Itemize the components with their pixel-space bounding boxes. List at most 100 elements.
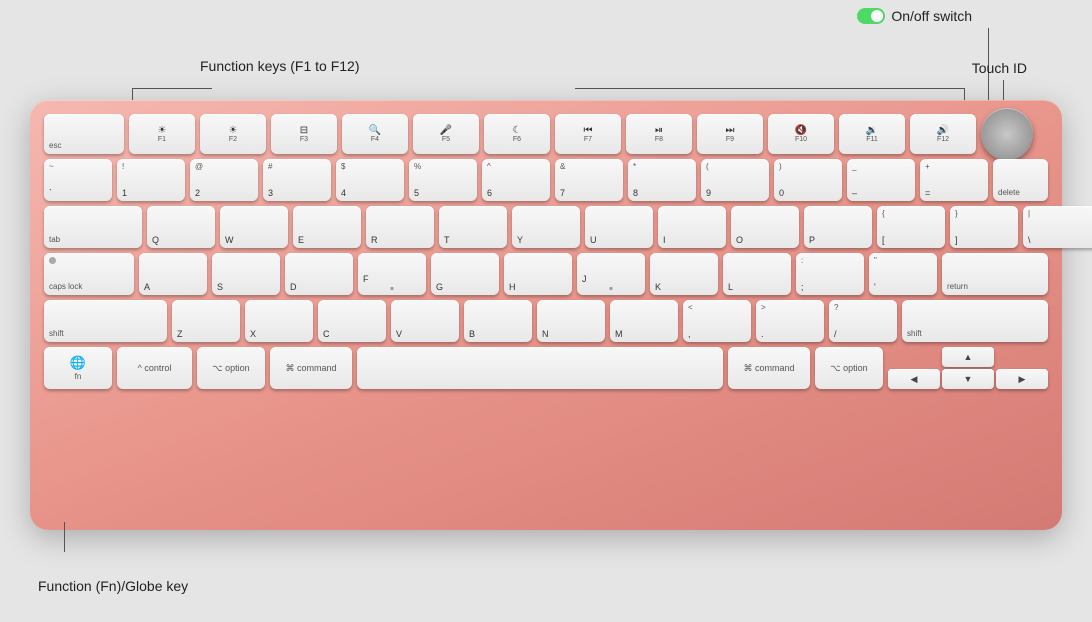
key-shift-right[interactable]: shift [902, 300, 1048, 342]
toggle-switch-icon [857, 8, 885, 24]
key-t[interactable]: T [439, 206, 507, 248]
scene: On/off switch Touch ID Function keys (F1… [0, 0, 1092, 622]
key-f9[interactable]: ⏭ F9 [697, 114, 763, 154]
key-p[interactable]: P [804, 206, 872, 248]
key-f11[interactable]: 🔉 F11 [839, 114, 905, 154]
key-arrow-left[interactable]: ◀ [888, 369, 940, 389]
key-return[interactable]: return [942, 253, 1048, 295]
key-i[interactable]: I [658, 206, 726, 248]
number-row: ~ ` ! 1 @ 2 # 3 $ 4 [44, 159, 1048, 201]
key-d[interactable]: D [285, 253, 353, 295]
key-f3[interactable]: ⊟ F3 [271, 114, 337, 154]
key-esc-label: esc [49, 142, 61, 151]
qwerty-row: tab Q W E R T Y U I O P { [ } ] [44, 206, 1048, 248]
key-v[interactable]: V [391, 300, 459, 342]
bracket-right [575, 88, 965, 100]
key-e[interactable]: E [293, 206, 361, 248]
key-period[interactable]: > . [756, 300, 824, 342]
key-z[interactable]: Z [172, 300, 240, 342]
key-m[interactable]: M [610, 300, 678, 342]
key-f5[interactable]: 🎤 F5 [413, 114, 479, 154]
key-l[interactable]: L [723, 253, 791, 295]
key-esc[interactable]: esc [44, 114, 124, 154]
caps-lock-indicator [49, 257, 56, 264]
key-0[interactable]: ) 0 [774, 159, 842, 201]
key-g[interactable]: G [431, 253, 499, 295]
arrow-bottom-row: ◀ ▼ ▶ [888, 369, 1048, 389]
key-f4-icon: 🔍 [369, 126, 381, 136]
key-x[interactable]: X [245, 300, 313, 342]
key-r[interactable]: R [366, 206, 434, 248]
key-b[interactable]: B [464, 300, 532, 342]
key-minus[interactable]: _ – [847, 159, 915, 201]
key-f12-icon: 🔊 [937, 126, 949, 136]
key-f5-icon: 🎤 [440, 126, 452, 136]
key-slash[interactable]: ? / [829, 300, 897, 342]
key-7[interactable]: & 7 [555, 159, 623, 201]
key-q[interactable]: Q [147, 206, 215, 248]
key-6[interactable]: ^ 6 [482, 159, 550, 201]
key-tab[interactable]: tab [44, 206, 142, 248]
key-h[interactable]: H [504, 253, 572, 295]
key-arrow-right[interactable]: ▶ [996, 369, 1048, 389]
keyboard-body: esc ☀ F1 ☀ F2 ⊟ F3 🔍 F4 [30, 100, 1062, 530]
key-comma[interactable]: < , [683, 300, 751, 342]
key-f[interactable]: F [358, 253, 426, 295]
key-right-bracket[interactable]: } ] [950, 206, 1018, 248]
key-f8[interactable]: ⏯ F8 [626, 114, 692, 154]
key-shift-left[interactable]: shift [44, 300, 167, 342]
key-control[interactable]: ^ control [117, 347, 192, 389]
key-f10-icon: 🔇 [795, 126, 807, 136]
key-u[interactable]: U [585, 206, 653, 248]
key-2[interactable]: @ 2 [190, 159, 258, 201]
key-y[interactable]: Y [512, 206, 580, 248]
bottom-row: 🌐 fn ^ control ⌥ option ⌘ command ⌘ comm… [44, 347, 1048, 389]
key-c[interactable]: C [318, 300, 386, 342]
key-caps-lock[interactable]: caps lock [44, 253, 134, 295]
key-command-right[interactable]: ⌘ command [728, 347, 810, 389]
arrow-up-row: ▲ [888, 347, 1048, 367]
key-f1[interactable]: ☀ F1 [129, 114, 195, 154]
bracket-left [132, 88, 212, 100]
key-f10[interactable]: 🔇 F10 [768, 114, 834, 154]
key-n[interactable]: N [537, 300, 605, 342]
key-equals[interactable]: + = [920, 159, 988, 201]
key-option-right[interactable]: ⌥ option [815, 347, 883, 389]
key-fn-globe[interactable]: 🌐 fn [44, 347, 112, 389]
key-command-left[interactable]: ⌘ command [270, 347, 352, 389]
key-4[interactable]: $ 4 [336, 159, 404, 201]
key-s[interactable]: S [212, 253, 280, 295]
key-a[interactable]: A [139, 253, 207, 295]
key-5[interactable]: % 5 [409, 159, 477, 201]
function-keys-label: Function keys (F1 to F12) [200, 58, 360, 74]
key-backtick[interactable]: ~ ` [44, 159, 112, 201]
key-option-left[interactable]: ⌥ option [197, 347, 265, 389]
touch-id-button[interactable] [981, 108, 1033, 160]
fn-globe-line [64, 522, 65, 552]
key-arrow-down[interactable]: ▼ [942, 369, 994, 389]
key-f4[interactable]: 🔍 F4 [342, 114, 408, 154]
key-delete[interactable]: delete [993, 159, 1048, 201]
key-semicolon[interactable]: : ; [796, 253, 864, 295]
on-off-label: On/off switch [857, 8, 972, 24]
key-f6[interactable]: ☾ F6 [484, 114, 550, 154]
key-f12[interactable]: 🔊 F12 [910, 114, 976, 154]
key-8[interactable]: * 8 [628, 159, 696, 201]
key-f7[interactable]: ⏮ F7 [555, 114, 621, 154]
key-3[interactable]: # 3 [263, 159, 331, 201]
key-quote[interactable]: " ' [869, 253, 937, 295]
key-k[interactable]: K [650, 253, 718, 295]
key-left-bracket[interactable]: { [ [877, 206, 945, 248]
fn-row: esc ☀ F1 ☀ F2 ⊟ F3 🔍 F4 [44, 114, 1048, 154]
key-1[interactable]: ! 1 [117, 159, 185, 201]
key-arrow-up[interactable]: ▲ [942, 347, 994, 367]
key-backslash[interactable]: | \ [1023, 206, 1092, 248]
key-o[interactable]: O [731, 206, 799, 248]
key-f9-icon: ⏭ [726, 126, 735, 136]
key-space[interactable] [357, 347, 723, 389]
key-f2[interactable]: ☀ F2 [200, 114, 266, 154]
key-f8-icon: ⏯ [655, 126, 663, 136]
key-w[interactable]: W [220, 206, 288, 248]
key-j[interactable]: J [577, 253, 645, 295]
key-9[interactable]: ( 9 [701, 159, 769, 201]
